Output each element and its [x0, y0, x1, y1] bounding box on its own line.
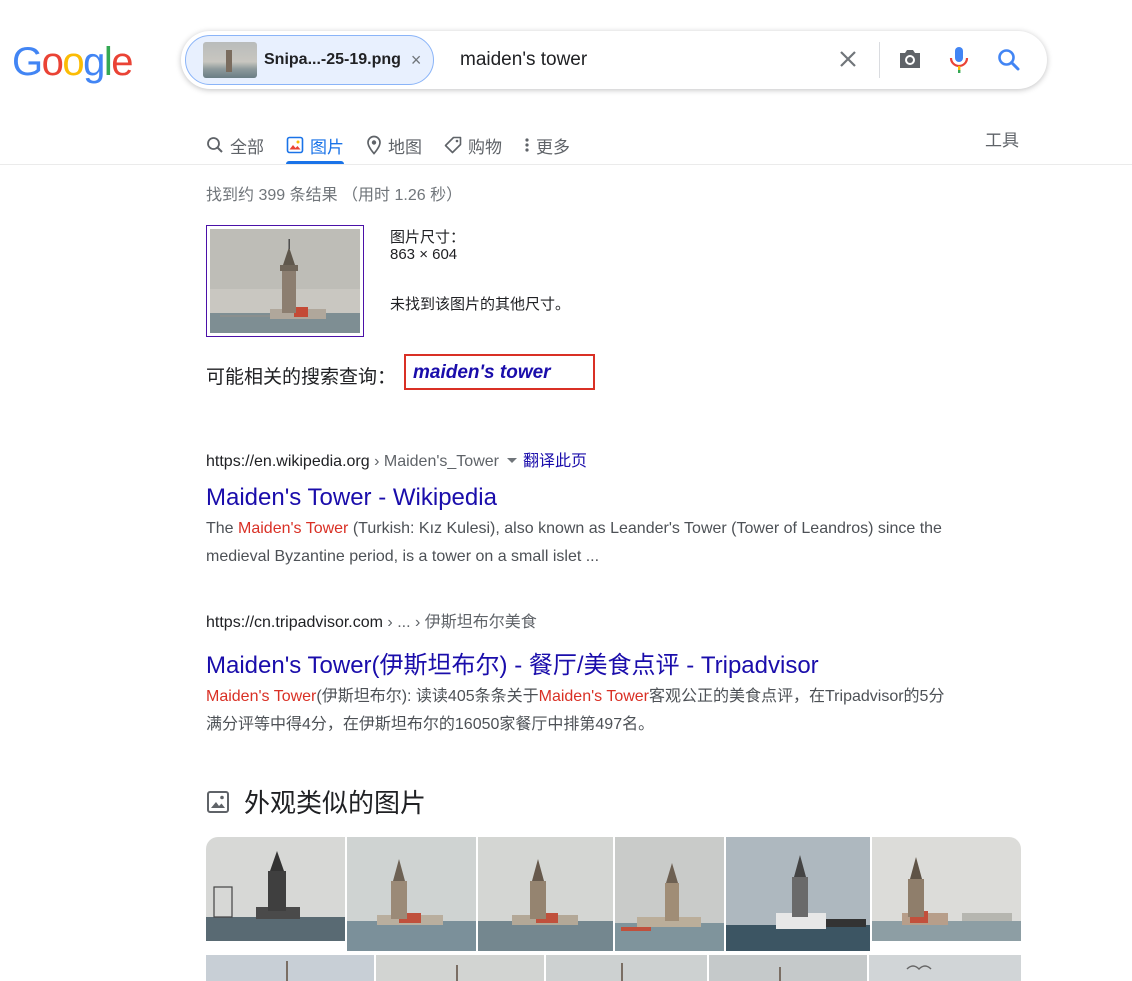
tab-shopping[interactable]: 购物	[444, 124, 502, 164]
result-title[interactable]: Maiden's Tower - Wikipedia	[206, 484, 946, 512]
search-result: https://cn.tripadvisor.com › ... › 伊斯坦布尔…	[206, 608, 946, 739]
search-tabs: 全部 图片 地图 购物 更多	[206, 124, 592, 164]
camera-icon[interactable]	[897, 47, 923, 71]
image-row	[206, 837, 1021, 951]
similar-image[interactable]	[206, 837, 345, 951]
similar-images-header: 外观类似的图片	[206, 783, 426, 820]
map-pin-icon	[367, 135, 381, 155]
image-icon	[286, 136, 304, 154]
microphone-icon[interactable]	[949, 45, 969, 75]
result-snippet: The Maiden's Tower (Turkish: Kız Kulesi)…	[206, 520, 942, 565]
google-logo[interactable]: Google	[12, 40, 133, 85]
tab-maps[interactable]: 地图	[366, 124, 422, 164]
image-size-label: 图片尺寸：	[390, 229, 466, 246]
chip-filename: Snipa...-25-19.png	[264, 51, 401, 68]
result-url[interactable]: https://cn.tripadvisor.com › ... › 伊斯坦布尔…	[206, 608, 946, 632]
result-domain: https://en.wikipedia.org	[206, 453, 370, 470]
translate-link[interactable]: 翻译此页	[523, 453, 587, 470]
tabs-divider	[0, 164, 1132, 165]
result-breadcrumb: › ... › 伊斯坦布尔美食	[382, 614, 537, 631]
tab-label: 全部	[230, 137, 264, 157]
chip-close-icon[interactable]: ×	[411, 50, 422, 71]
tab-images[interactable]: 图片	[286, 124, 344, 164]
related-query-link[interactable]: maiden's tower	[413, 362, 551, 384]
similar-image[interactable]	[709, 955, 867, 981]
tab-more[interactable]: 更多	[524, 124, 570, 164]
tag-icon	[444, 136, 462, 154]
tab-all[interactable]: 全部	[206, 124, 264, 164]
result-domain: https://cn.tripadvisor.com	[206, 614, 383, 631]
search-box[interactable]: Snipa...-25-19.png × maiden's tower	[181, 31, 1047, 89]
similar-images-title: 外观类似的图片	[244, 788, 427, 818]
more-vert-icon	[525, 138, 529, 152]
tab-label: 更多	[536, 137, 570, 157]
chip-thumbnail	[203, 42, 257, 78]
similar-image[interactable]	[872, 837, 1021, 951]
search-input[interactable]: maiden's tower	[460, 49, 587, 71]
no-other-sizes-text: 未找到该图片的其他尺寸。	[390, 296, 571, 313]
clear-icon[interactable]	[836, 47, 860, 71]
similar-image[interactable]	[546, 955, 707, 981]
tab-label: 图片	[310, 137, 344, 157]
image-icon	[207, 790, 229, 813]
search-result: https://en.wikipedia.org › Maiden's_Towe…	[206, 447, 946, 571]
tab-label: 购物	[468, 137, 502, 157]
result-stats: 找到约 399 条结果 （用时 1.26 秒）	[206, 187, 463, 204]
result-snippet: Maiden's Tower(伊斯坦布尔): 读读405条条关于Maiden's…	[206, 688, 945, 733]
similar-image[interactable]	[615, 837, 724, 951]
similar-image[interactable]	[347, 837, 476, 951]
search-icon[interactable]	[996, 47, 1022, 73]
query-image-thumbnail[interactable]	[206, 225, 364, 337]
image-size-value: 863 × 604	[390, 246, 458, 263]
similar-image[interactable]	[726, 837, 870, 951]
tools-button[interactable]: 工具	[985, 126, 1019, 151]
result-url[interactable]: https://en.wikipedia.org › Maiden's_Towe…	[206, 447, 946, 471]
result-breadcrumb: › Maiden's_Tower	[369, 453, 499, 470]
result-title[interactable]: Maiden's Tower(伊斯坦布尔) - 餐厅/美食点评 - Tripad…	[206, 645, 946, 680]
search-divider	[879, 42, 880, 78]
related-query-label: 可能相关的搜索查询：	[206, 367, 397, 388]
similar-image[interactable]	[206, 955, 374, 981]
caret-down-icon[interactable]	[506, 457, 517, 463]
similar-image[interactable]	[376, 955, 544, 981]
similar-image[interactable]	[869, 955, 1021, 981]
search-icon	[207, 137, 223, 153]
similar-image[interactable]	[478, 837, 613, 951]
similar-images-grid	[206, 837, 1021, 981]
image-row	[206, 955, 1021, 981]
tab-label: 地图	[388, 137, 422, 157]
image-query-chip[interactable]: Snipa...-25-19.png ×	[185, 35, 434, 85]
